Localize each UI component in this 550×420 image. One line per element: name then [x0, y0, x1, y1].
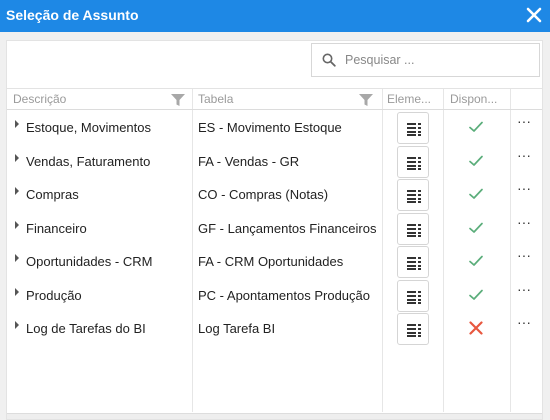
- table-row[interactable]: Produção PC - Apontamentos Produção ···: [7, 279, 542, 313]
- row-descricao: Log de Tarefas do BI: [26, 321, 146, 336]
- expand-caret-icon[interactable]: [15, 254, 19, 262]
- row-descricao: Compras: [26, 187, 79, 202]
- table-row[interactable]: Estoque, Movimentos ES - Movimento Estoqu…: [7, 112, 542, 145]
- check-icon: [468, 187, 484, 201]
- search-input[interactable]: Pesquisar ...: [345, 53, 414, 67]
- check-icon: [468, 254, 484, 268]
- row-descricao: Estoque, Movimentos: [26, 120, 152, 135]
- expand-caret-icon[interactable]: [15, 153, 19, 162]
- content-panel: Pesquisar ... Descrição Tabela Eleme... …: [6, 40, 543, 420]
- elements-button[interactable]: [397, 313, 429, 345]
- check-icon: [468, 221, 484, 235]
- dialog-body: Pesquisar ... Descrição Tabela Eleme... …: [0, 32, 550, 420]
- table-row[interactable]: Log de Tarefas do BI Log Tarefa BI ···: [7, 313, 542, 346]
- more-icon[interactable]: ···: [517, 113, 531, 129]
- expand-caret-icon[interactable]: [15, 120, 19, 128]
- more-icon[interactable]: ···: [517, 314, 531, 330]
- header-tabela[interactable]: Tabela: [198, 92, 348, 106]
- expand-caret-icon[interactable]: [15, 287, 19, 296]
- more-icon[interactable]: ···: [517, 281, 531, 297]
- expand-caret-icon[interactable]: [15, 187, 19, 195]
- elements-button[interactable]: [397, 212, 429, 245]
- header-elementos[interactable]: Eleme...: [387, 92, 439, 106]
- row-descricao: Produção: [26, 287, 82, 303]
- dialog-title: Seleção de Assunto: [6, 7, 139, 23]
- row-tabela: PC - Apontamentos Produção: [198, 287, 370, 303]
- search-icon: [322, 53, 336, 67]
- row-tabela: GF - Lançamentos Financeiros: [198, 220, 377, 236]
- grid-header: Descrição Tabela Eleme... Dispon...: [7, 89, 542, 109]
- row-descricao: Vendas, Faturamento: [26, 153, 151, 169]
- elements-button[interactable]: [397, 179, 429, 211]
- header-descricao[interactable]: Descrição: [13, 92, 163, 106]
- row-tabela: FA - Vendas - GR: [198, 153, 300, 169]
- check-icon: [468, 288, 484, 302]
- more-icon[interactable]: ···: [517, 147, 531, 163]
- header-divider: [7, 109, 542, 110]
- filter-icon[interactable]: [171, 93, 185, 106]
- more-icon[interactable]: ···: [517, 180, 531, 196]
- elements-button[interactable]: [397, 279, 429, 312]
- subjects-grid: Descrição Tabela Eleme... Dispon... Esto…: [7, 88, 542, 412]
- filter-icon[interactable]: [359, 93, 373, 106]
- table-row[interactable]: Financeiro GF - Lançamentos Financeiros ··…: [7, 212, 542, 246]
- row-tabela: CO - Compras (Notas): [198, 187, 329, 202]
- expand-caret-icon[interactable]: [15, 321, 19, 329]
- expand-caret-icon[interactable]: [15, 220, 19, 229]
- row-tabela: Log Tarefa BI: [198, 321, 276, 336]
- table-row[interactable]: Compras CO - Compras (Notas) ···: [7, 179, 542, 212]
- header-disponivel[interactable]: Dispon...: [450, 92, 508, 106]
- elements-button[interactable]: [397, 246, 429, 278]
- x-icon: [468, 321, 484, 335]
- table-row[interactable]: Vendas, Faturamento FA - Vendas - GR ···: [7, 145, 542, 179]
- table-row[interactable]: Oportunidades - CRM FA - CRM Oportunidade…: [7, 246, 542, 279]
- row-descricao: Oportunidades - CRM: [26, 254, 153, 269]
- elements-button[interactable]: [397, 145, 429, 178]
- check-icon: [468, 120, 484, 134]
- check-icon: [468, 154, 484, 168]
- row-tabela: FA - CRM Oportunidades: [198, 254, 344, 269]
- elements-button[interactable]: [397, 112, 429, 144]
- row-tabela: ES - Movimento Estoque: [198, 120, 342, 135]
- more-icon[interactable]: ···: [517, 247, 531, 263]
- grid-footer: [7, 413, 542, 419]
- more-icon[interactable]: ···: [517, 214, 531, 230]
- row-descricao: Financeiro: [26, 220, 87, 236]
- dialog-titlebar: Seleção de Assunto: [0, 0, 550, 32]
- close-icon[interactable]: [524, 5, 544, 25]
- search-box[interactable]: Pesquisar ...: [311, 43, 540, 77]
